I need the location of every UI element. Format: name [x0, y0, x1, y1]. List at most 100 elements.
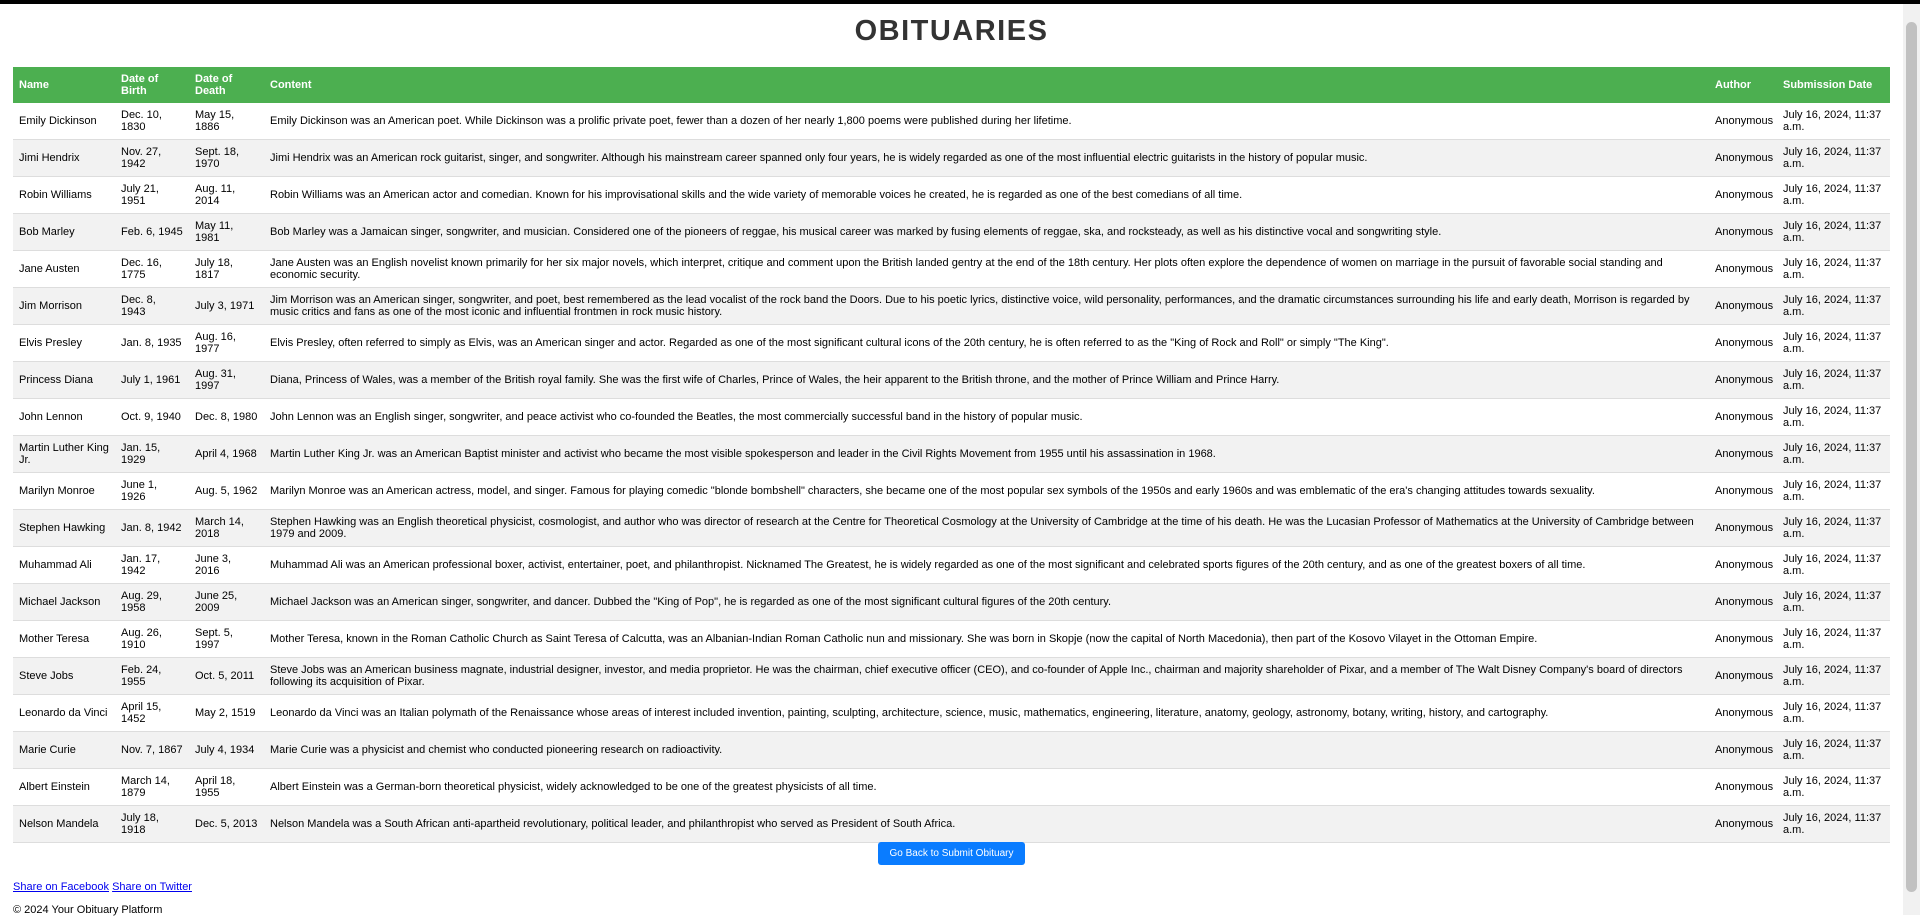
cell-content: Jimi Hendrix was an American rock guitar… — [264, 139, 1709, 177]
cell-submission-date: July 16, 2024, 11:37 a.m. — [1777, 139, 1890, 177]
cell-author: Anonymous — [1709, 139, 1777, 177]
table-row: Elvis Presley Jan. 8, 1935 Aug. 16, 1977 El… — [13, 325, 1890, 362]
cell-date-of-death: Aug. 11, 2014 — [195, 183, 236, 207]
cell-submission-date: July 16, 2024, 11:37 a.m. — [1777, 805, 1890, 843]
cell-submission-date: July 16, 2024, 11:37 a.m. — [1783, 109, 1882, 133]
cell-content: Marilyn Monroe was an American actress, … — [270, 485, 1595, 497]
cell-date-of-birth: June 1, 1926 — [121, 479, 158, 503]
share-facebook-link[interactable]: Share on Facebook — [13, 881, 109, 893]
column-header-content: Content — [264, 67, 1709, 103]
share-links: Share on Facebook Share on Twitter — [13, 881, 192, 893]
cell-content: Diana, Princess of Wales, was a member o… — [264, 361, 1709, 399]
back-to-submit-button[interactable]: Go Back to Submit Obituary — [877, 842, 1026, 865]
cell-date-of-birth: Oct. 9, 1940 — [121, 411, 181, 423]
cell-submission-date: July 16, 2024, 11:37 a.m. — [1777, 213, 1890, 251]
cell-content: Marie Curie was a physicist and chemist … — [264, 731, 1709, 769]
cell-content: John Lennon was an English singer, songw… — [270, 411, 1083, 423]
page: OBITUARIES Name Date of Birth Date of De… — [13, 4, 1890, 916]
table-row: Princess Diana July 1, 1961 Aug. 31, 1997 D… — [13, 361, 1890, 399]
cell-author: Anonymous — [1715, 707, 1774, 719]
table-row: Steve Jobs Feb. 24, 1955 Oct. 5, 2011 Steve… — [13, 657, 1890, 695]
obituaries-table: Name Date of Birth Date of Death Content… — [13, 67, 1890, 843]
cell-date-of-birth: Feb. 24, 1955 — [115, 657, 189, 695]
cell-name: Leonardo da Vinci — [19, 707, 108, 719]
column-header-date-of-death: Date of Death — [189, 67, 264, 103]
cell-date-of-birth: Dec. 10, 1830 — [121, 109, 162, 133]
vertical-scrollbar[interactable] — [1903, 4, 1920, 915]
cell-submission-date: July 16, 2024, 11:37 a.m. — [1783, 775, 1882, 799]
table-row: Jim Morrison Dec. 8, 1943 July 3, 1971 Jim … — [13, 287, 1890, 325]
cell-name: Michael Jackson — [13, 583, 115, 621]
table-row: Stephen Hawking Jan. 8, 1942 March 14, 201… — [13, 509, 1890, 547]
cell-content: Nelson Mandela was a South African anti-… — [264, 805, 1709, 843]
cell-author: Anonymous — [1715, 337, 1774, 349]
cell-name: Muhammad Ali — [19, 559, 92, 571]
cell-date-of-birth: Nov. 27, 1942 — [115, 139, 189, 177]
cell-content: Bob Marley was a Jamaican singer, songwr… — [264, 213, 1709, 251]
cell-date-of-birth: Aug. 26, 1910 — [121, 627, 162, 651]
table-row: John Lennon Oct. 9, 1940 Dec. 8, 1980 John … — [13, 399, 1890, 436]
cell-name: Steve Jobs — [13, 657, 115, 695]
table-row: Muhammad Ali Jan. 17, 1942 June 3, 2016 Muh… — [13, 547, 1890, 584]
cell-name: Bob Marley — [13, 213, 115, 251]
cell-author: Anonymous — [1715, 559, 1774, 571]
cell-author: Anonymous — [1715, 781, 1774, 793]
cell-date-of-death: July 4, 1934 — [189, 731, 264, 769]
cell-name: Jane Austen — [19, 263, 80, 275]
cell-author: Anonymous — [1709, 213, 1777, 251]
cell-date-of-birth: Feb. 6, 1945 — [115, 213, 189, 251]
cell-content: Jane Austen was an English novelist know… — [270, 257, 1663, 281]
scrollbar-thumb[interactable] — [1906, 22, 1917, 892]
cell-date-of-birth: Aug. 29, 1958 — [115, 583, 189, 621]
table-row: Robin Williams July 21, 1951 Aug. 11, 2014… — [13, 177, 1890, 214]
column-header-date-of-birth: Date of Birth — [115, 67, 189, 103]
cell-name: Jimi Hendrix — [13, 139, 115, 177]
cell-submission-date: July 16, 2024, 11:37 a.m. — [1783, 553, 1882, 577]
footer-copyright: © 2024 Your Obituary Platform — [13, 904, 163, 916]
cell-date-of-death: Dec. 8, 1980 — [195, 411, 258, 423]
cell-name: Jim Morrison — [13, 287, 115, 325]
cell-date-of-death: March 14, 2018 — [189, 509, 264, 547]
cell-date-of-death: Oct. 5, 2011 — [189, 657, 264, 695]
cell-date-of-death: May 15, 1886 — [195, 109, 235, 133]
cell-author: Anonymous — [1709, 657, 1777, 695]
cell-submission-date: July 16, 2024, 11:37 a.m. — [1777, 731, 1890, 769]
cell-date-of-death: Sept. 18, 1970 — [189, 139, 264, 177]
cell-content: Elvis Presley, often referred to simply … — [270, 337, 1389, 349]
column-header-submission-date: Submission Date — [1777, 67, 1890, 103]
cell-name: Martin Luther King Jr. — [13, 435, 115, 473]
cell-content: Martin Luther King Jr. was an American B… — [264, 435, 1709, 473]
cell-date-of-death: April 4, 1968 — [189, 435, 264, 473]
cell-author: Anonymous — [1715, 633, 1774, 645]
cell-date-of-death: Sept. 5, 1997 — [195, 627, 233, 651]
cell-date-of-birth: April 15, 1452 — [121, 701, 162, 725]
cell-submission-date: July 16, 2024, 11:37 a.m. — [1777, 361, 1890, 399]
cell-author: Anonymous — [1715, 189, 1774, 201]
cell-name: Albert Einstein — [19, 781, 90, 793]
cell-name: Robin Williams — [19, 189, 92, 201]
table-row: Nelson Mandela July 18, 1918 Dec. 5, 2013 N… — [13, 805, 1890, 843]
cell-submission-date: July 16, 2024, 11:37 a.m. — [1783, 405, 1882, 429]
table-row: Bob Marley Feb. 6, 1945 May 11, 1981 Bob Ma… — [13, 213, 1890, 251]
cell-name: Princess Diana — [13, 361, 115, 399]
cell-name: John Lennon — [19, 411, 83, 423]
cell-date-of-birth: Nov. 7, 1867 — [115, 731, 189, 769]
cell-date-of-death: Aug. 5, 1962 — [195, 485, 258, 497]
cell-date-of-death: April 18, 1955 — [195, 775, 236, 799]
cell-content: Robin Williams was an American actor and… — [270, 189, 1243, 201]
cell-submission-date: July 16, 2024, 11:37 a.m. — [1777, 509, 1890, 547]
table-row: Leonardo da Vinci April 15, 1452 May 2, 15… — [13, 695, 1890, 732]
cell-name: Mother Teresa — [19, 633, 90, 645]
cell-name: Emily Dickinson — [19, 115, 97, 127]
cell-author: Anonymous — [1709, 805, 1777, 843]
cell-date-of-death: May 2, 1519 — [195, 707, 256, 719]
cell-submission-date: July 16, 2024, 11:37 a.m. — [1777, 583, 1890, 621]
cell-author: Anonymous — [1709, 731, 1777, 769]
cell-author: Anonymous — [1709, 361, 1777, 399]
cell-content: Michael Jackson was an American singer, … — [264, 583, 1709, 621]
cell-submission-date: July 16, 2024, 11:37 a.m. — [1783, 257, 1882, 281]
cell-date-of-birth: July 18, 1918 — [115, 805, 189, 843]
column-header-name: Name — [13, 67, 115, 103]
page-title: OBITUARIES — [854, 15, 1049, 47]
share-twitter-link[interactable]: Share on Twitter — [112, 881, 192, 893]
